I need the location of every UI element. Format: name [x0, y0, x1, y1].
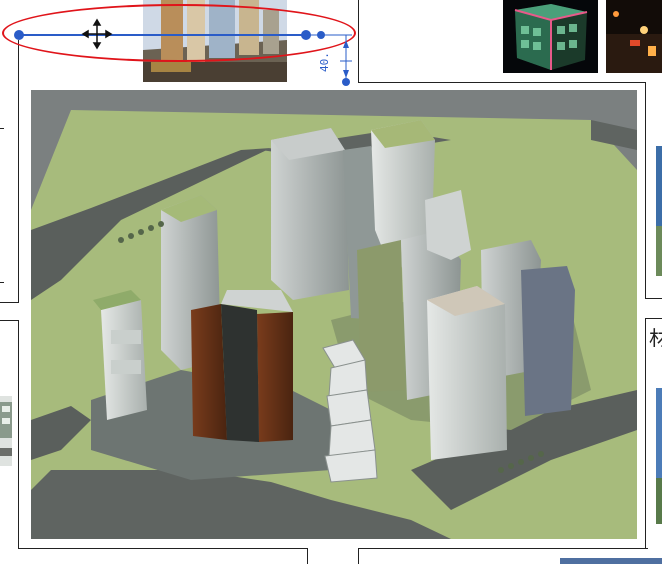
grip-handle-icon[interactable] — [342, 78, 350, 86]
edge-label-right: 材 — [649, 326, 662, 350]
grip-handle-icon[interactable] — [301, 30, 311, 40]
dimension-arrow-icon — [343, 40, 349, 48]
dimension-overlay — [14, 18, 352, 86]
dimension-arrow-icon — [343, 70, 349, 78]
frame-line-lower-left-horiz — [0, 320, 19, 321]
city-render-svg — [31, 90, 637, 539]
thumbnail-right-edge-photo[interactable] — [656, 146, 662, 276]
thumbnail-left-edge-svg — [0, 396, 12, 466]
grip-handle-icon[interactable] — [317, 31, 325, 39]
thumbnail-right-edge-photo-2[interactable] — [656, 388, 662, 524]
move-cursor-icon — [81, 18, 113, 50]
thumbnail-right-edge-svg-2 — [656, 388, 662, 524]
frame-line-upper-left-horiz — [0, 302, 19, 303]
dimension-value[interactable]: 40. — [318, 52, 331, 72]
frame-line-bottom — [18, 548, 308, 549]
frame-line-right-vert — [645, 82, 646, 298]
frame-line-bottom-tick — [307, 548, 308, 564]
thumbnail-left-edge-photo[interactable] — [0, 396, 12, 466]
thumbnail-right-edge-svg — [656, 146, 662, 276]
frame-line-left-small-mark-2 — [0, 282, 4, 283]
frame-line-lower-left-vert — [18, 320, 19, 548]
frame-line-left-small-mark — [0, 128, 4, 129]
grip-handle-icon[interactable] — [14, 30, 24, 40]
frame-line-bottom-right — [358, 548, 648, 549]
frame-line-right-vert-2 — [645, 318, 646, 548]
frame-line-right-horiz-2 — [645, 318, 662, 319]
frame-line-right-horiz — [645, 298, 662, 299]
bottom-right-bar — [560, 558, 662, 564]
frame-line-bottom-right-tick — [358, 548, 359, 564]
main-city-render[interactable] — [31, 90, 637, 539]
